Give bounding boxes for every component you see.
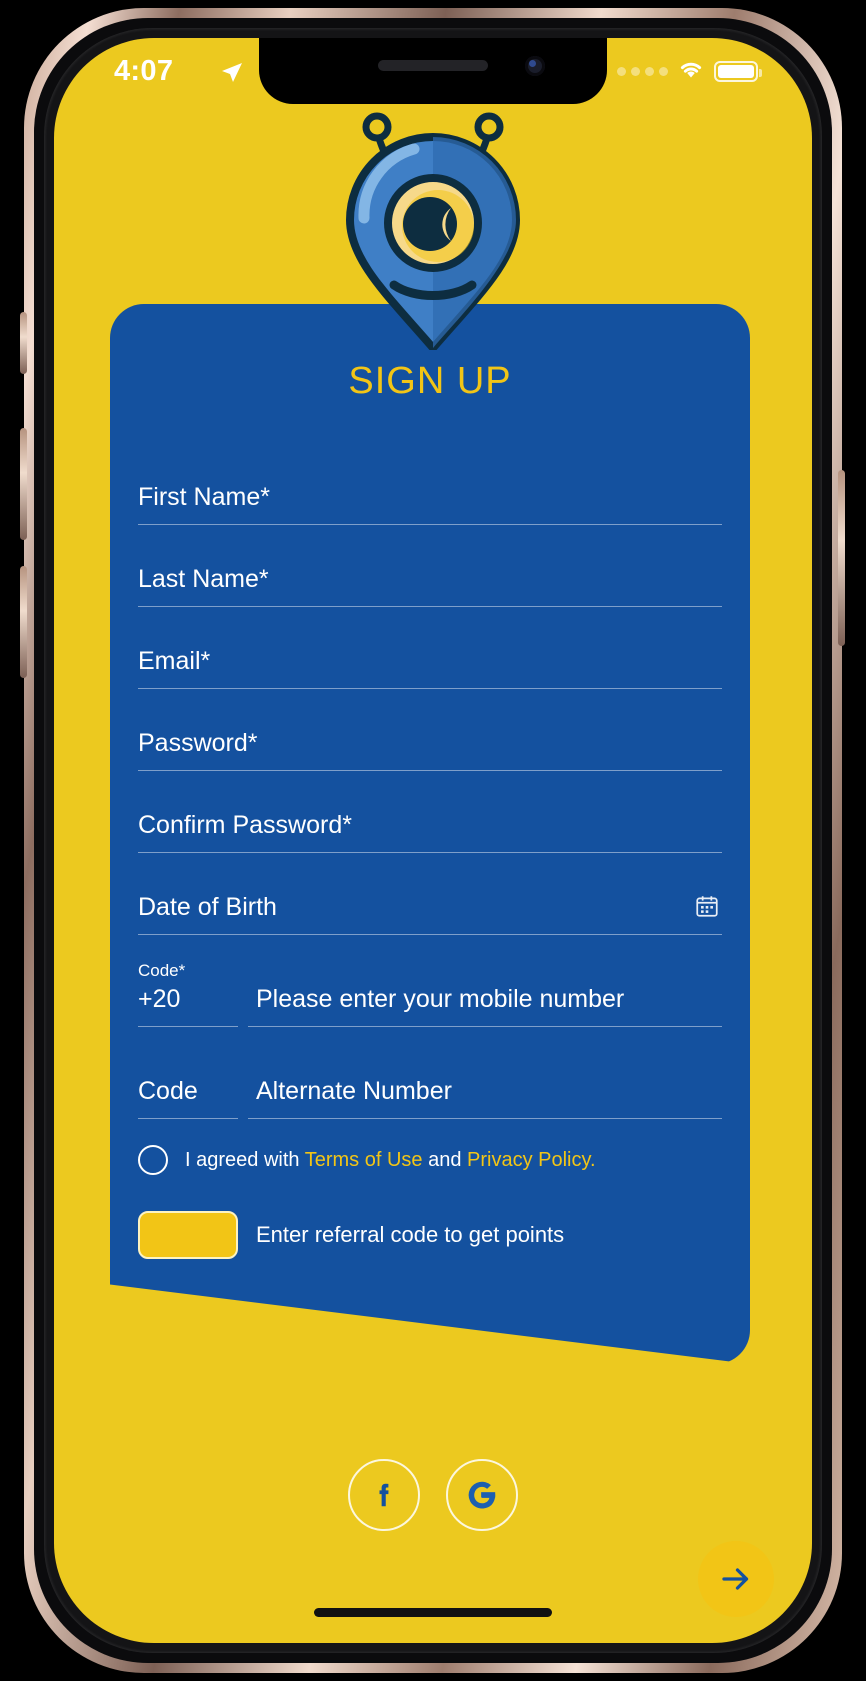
calendar-icon[interactable]: [694, 893, 720, 924]
volume-down-button[interactable]: [20, 566, 27, 678]
confirm-password-field[interactable]: Confirm Password*: [138, 771, 722, 853]
first-name-field[interactable]: First Name*: [138, 443, 722, 525]
signal-dots-icon: [617, 66, 668, 76]
submit-button[interactable]: [698, 1541, 774, 1617]
google-icon: [468, 1481, 496, 1509]
mobile-number-placeholder: Please enter your mobile number: [256, 985, 625, 1013]
mobile-number-field[interactable]: Please enter your mobile number: [248, 935, 722, 1027]
terms-agreement-row[interactable]: I agreed with Terms of Use and Privacy P…: [138, 1145, 722, 1175]
alternate-code-field[interactable]: Code: [138, 1027, 238, 1119]
terms-checkbox[interactable]: [138, 1145, 168, 1175]
alternate-phone-row: Code Alternate Number: [138, 1027, 722, 1119]
power-button[interactable]: [838, 470, 845, 646]
signup-card: SIGN UP First Name* Last Name* Email* Pa…: [110, 304, 750, 1364]
email-placeholder: Email*: [138, 647, 211, 675]
referral-code-input[interactable]: [138, 1211, 238, 1259]
volume-up-button[interactable]: [20, 428, 27, 540]
terms-conjunction: and: [422, 1148, 468, 1171]
phone-screen: 4:07 SIGN UP First Name* Last Name* Emai…: [54, 38, 812, 1643]
date-of-birth-placeholder: Date of Birth: [138, 893, 277, 921]
country-code-field[interactable]: Code* +20: [138, 935, 238, 1027]
facebook-icon: [379, 1483, 389, 1507]
terms-of-use-link[interactable]: Terms of Use: [305, 1149, 423, 1171]
alternate-number-field[interactable]: Alternate Number: [248, 1027, 722, 1119]
alternate-number-placeholder: Alternate Number: [256, 1077, 452, 1105]
alternate-code-placeholder: Code: [138, 1077, 198, 1105]
google-login-button[interactable]: [446, 1459, 518, 1531]
country-code-value: +20: [138, 985, 181, 1013]
wifi-icon: [677, 58, 705, 84]
location-arrow-icon: [220, 60, 244, 89]
email-field[interactable]: Email*: [138, 607, 722, 689]
date-of-birth-field[interactable]: Date of Birth: [138, 853, 722, 935]
page-title: SIGN UP: [348, 360, 512, 402]
privacy-policy-link[interactable]: Privacy Policy.: [467, 1149, 596, 1171]
alien-map-pin-mascot: [318, 100, 548, 355]
battery-full-icon: [714, 60, 762, 82]
terms-prefix: I agreed with: [185, 1148, 305, 1171]
screenshot-stage: 4:07 SIGN UP First Name* Last Name* Emai…: [0, 0, 866, 1681]
password-placeholder: Password*: [138, 729, 258, 757]
referral-code-label: Enter referral code to get points: [256, 1222, 565, 1247]
country-code-label: Code*: [138, 961, 186, 980]
first-name-placeholder: First Name*: [138, 483, 270, 511]
primary-phone-row: Code* +20 Please enter your mobile numbe…: [138, 935, 722, 1027]
social-login-row: [54, 1459, 812, 1531]
status-bar: 4:07: [54, 38, 812, 104]
last-name-field[interactable]: Last Name*: [138, 525, 722, 607]
referral-row: Enter referral code to get points: [138, 1211, 722, 1259]
facebook-login-button[interactable]: [348, 1459, 420, 1531]
arrow-right-icon: [722, 1568, 749, 1590]
mute-switch[interactable]: [20, 312, 27, 374]
terms-agreement-text: I agreed with Terms of Use and Privacy P…: [185, 1149, 596, 1172]
last-name-placeholder: Last Name*: [138, 565, 269, 593]
status-bar-time: 4:07: [114, 55, 174, 87]
confirm-password-placeholder: Confirm Password*: [138, 811, 352, 839]
password-field[interactable]: Password*: [138, 689, 722, 771]
home-indicator[interactable]: [314, 1608, 552, 1617]
status-bar-indicators: [617, 58, 762, 84]
